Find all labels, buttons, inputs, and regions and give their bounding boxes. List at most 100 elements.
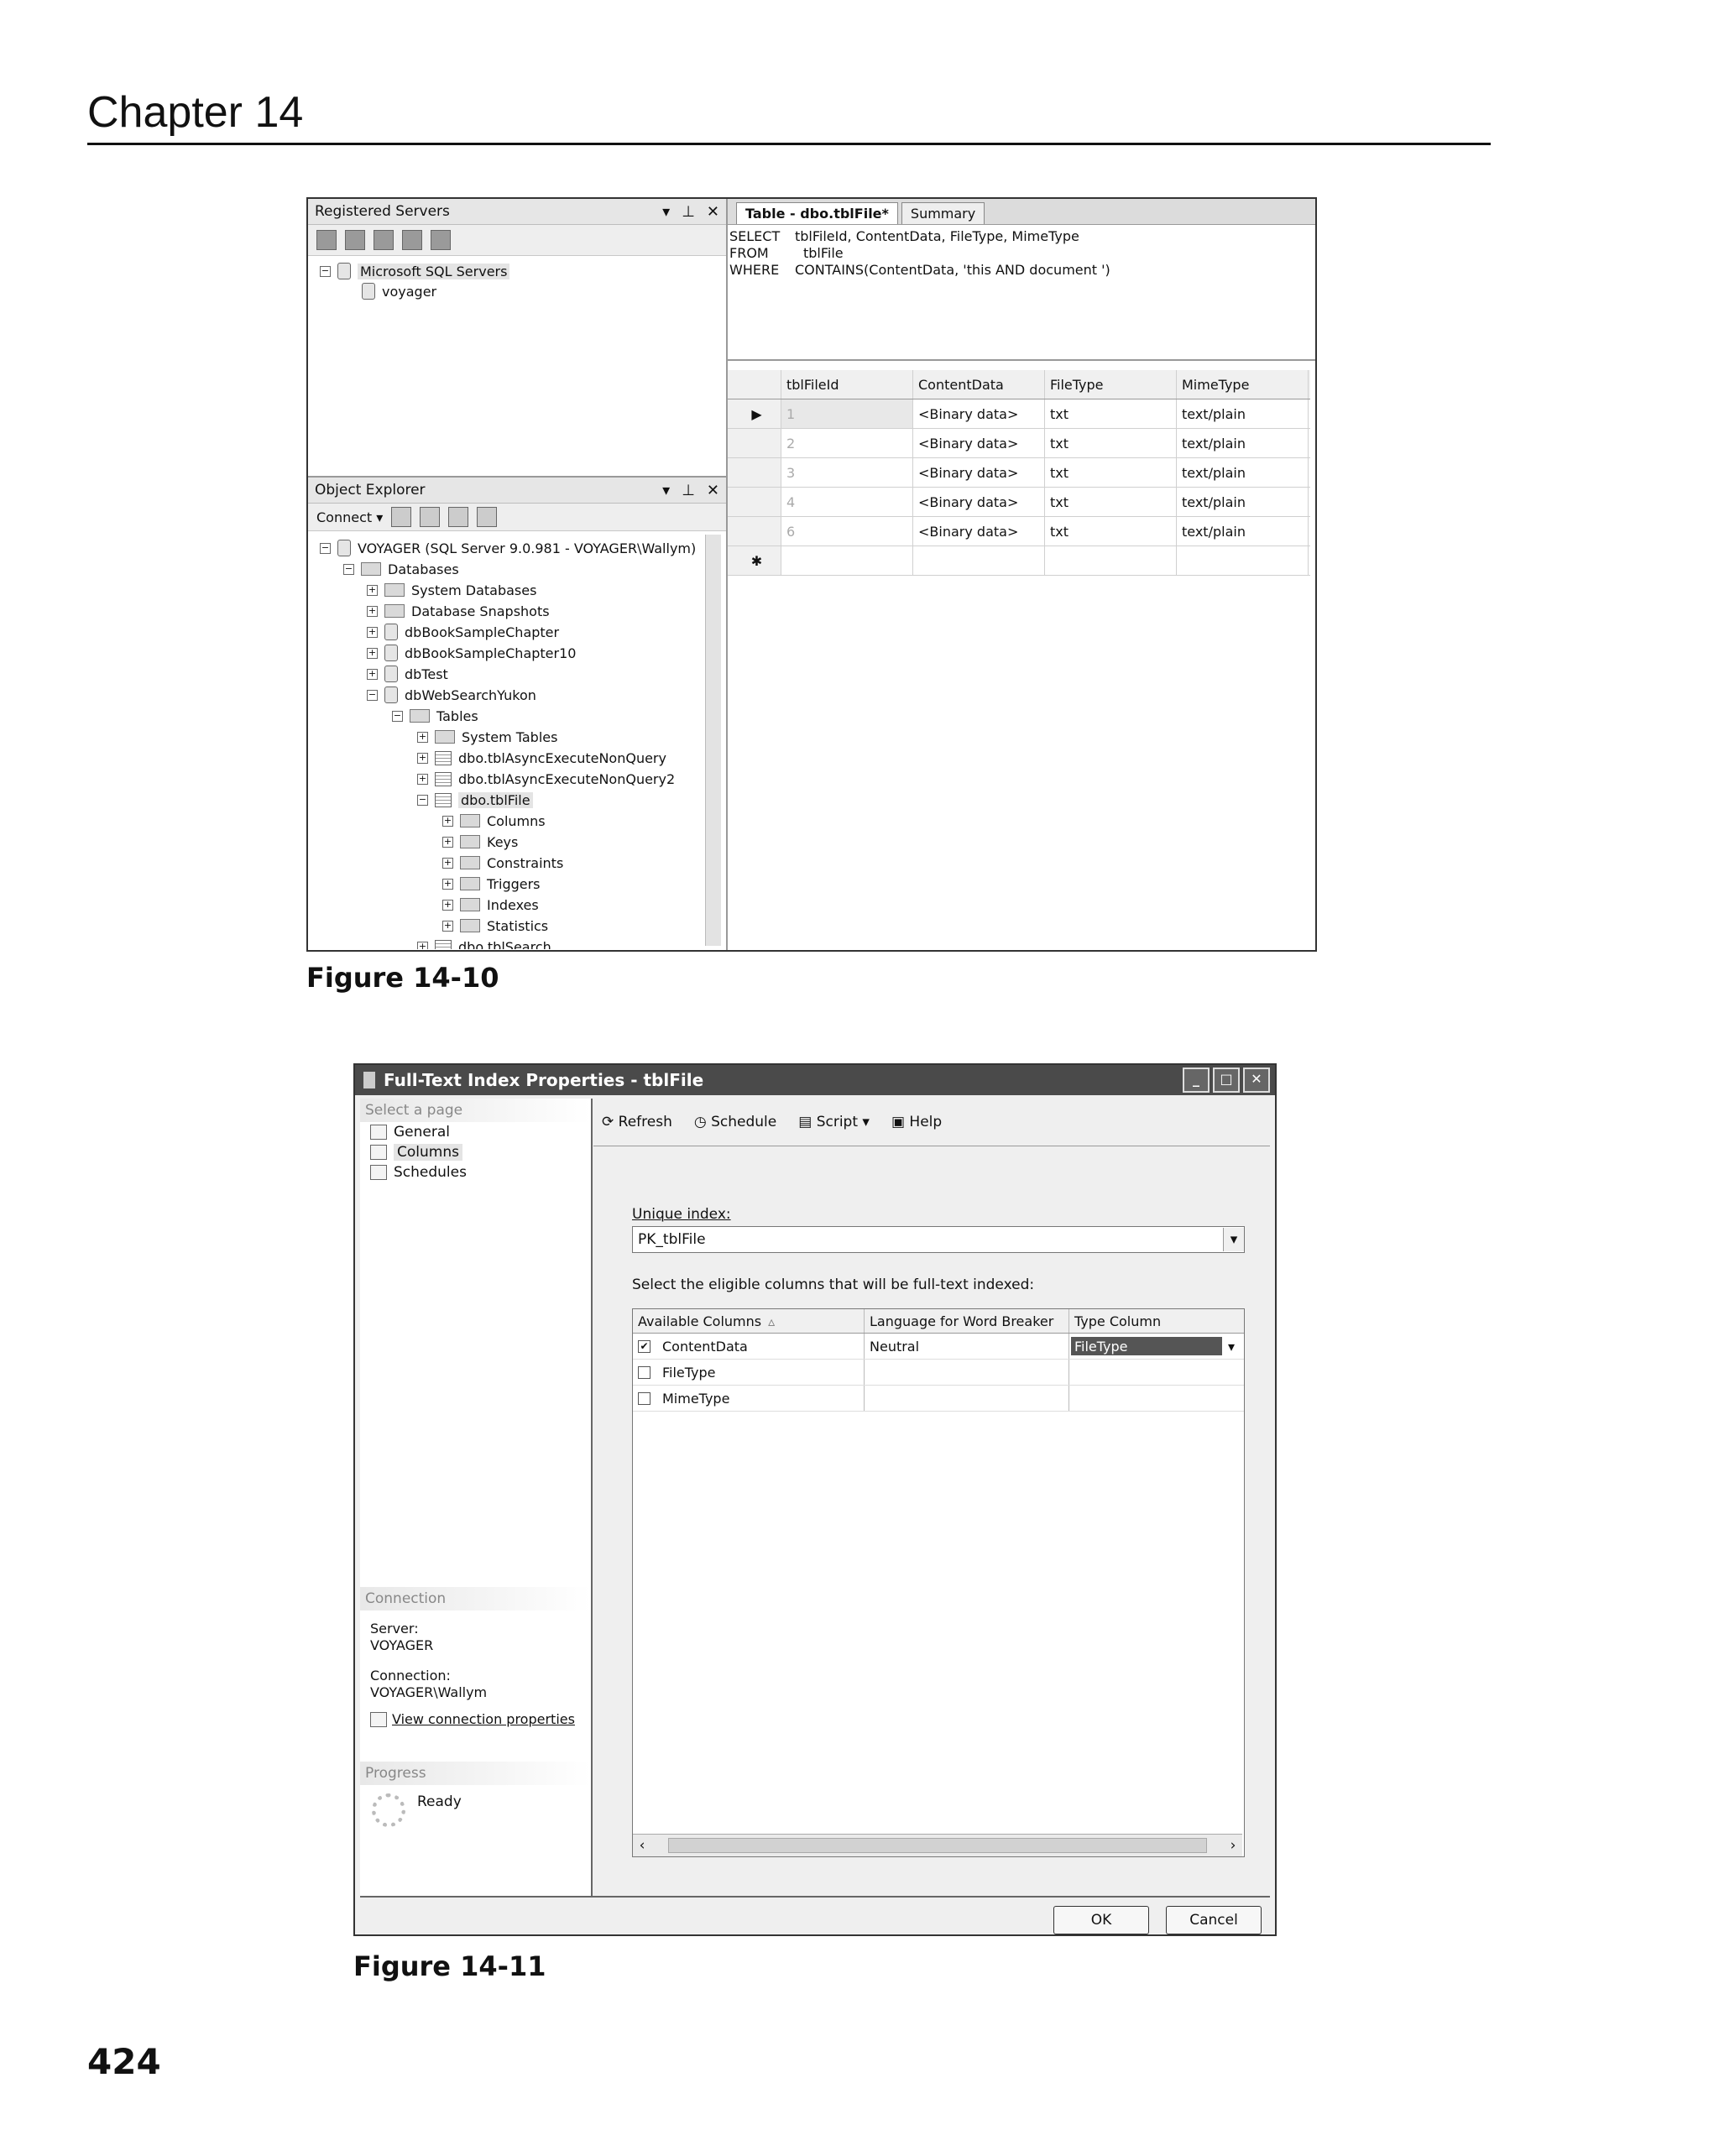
chevron-down-icon[interactable]: ▾ [1223,1228,1244,1251]
tree-node-databases[interactable]: − Databases [343,559,459,579]
ok-button[interactable]: OK [1053,1906,1149,1934]
column-row[interactable]: ✔ ContentData Neutral FileType ▾ [633,1334,1244,1360]
collapse-icon[interactable]: − [367,689,378,701]
include-checkbox[interactable] [638,1391,651,1405]
scrollbar-thumb[interactable] [668,1838,1207,1853]
grid-cell[interactable]: text/plain [1177,517,1309,546]
database-engine-icon[interactable] [316,230,337,250]
tree-node-db[interactable]: + dbBookSampleChapter [367,622,559,642]
expand-icon[interactable]: + [367,605,378,617]
tree-node-folder[interactable]: + Keys [442,832,518,852]
disconnect-icon[interactable] [391,507,412,527]
grid-cell[interactable]: 4 [781,488,913,516]
tree-node-system-tables[interactable]: + System Tables [417,727,557,747]
scroll-right-icon[interactable]: › [1224,1837,1242,1854]
grid-cell[interactable]: txt [1045,429,1177,457]
expand-icon[interactable]: + [442,836,453,848]
grid-cell[interactable]: text/plain [1177,399,1309,428]
expand-icon[interactable]: + [367,584,378,596]
column-header[interactable]: ContentData [913,370,1045,399]
expand-icon[interactable]: + [417,941,428,949]
tree-node-folder[interactable]: + Triggers [442,874,541,894]
expand-icon[interactable]: + [367,626,378,638]
column-header[interactable]: tblFileId [781,370,913,399]
mobile-icon[interactable] [402,230,422,250]
grid-cell[interactable]: text/plain [1177,488,1309,516]
tree-node-folder[interactable]: + Columns [442,811,546,831]
schedule-button[interactable]: ◷ Schedule [694,1114,776,1130]
minimize-button[interactable]: _ [1183,1068,1210,1093]
collapse-icon[interactable]: − [392,710,403,722]
table-row[interactable]: 4 <Binary data> txt text/plain [728,488,1310,517]
close-icon[interactable]: ✕ [707,482,719,499]
grid-cell[interactable]: <Binary data> [913,458,1045,487]
table-row[interactable]: 2 <Binary data> txt text/plain [728,429,1310,458]
tree-node-table[interactable]: + dbo.tblSearch [417,937,551,949]
grid-cell[interactable]: 6 [781,517,913,546]
column-header[interactable]: Language for Word Breaker [865,1309,1069,1333]
expand-icon[interactable]: + [442,878,453,890]
tree-node-voyager-server[interactable]: − VOYAGER (SQL Server 9.0.981 - VOYAGER\W… [320,538,696,558]
grid-cell[interactable] [1045,546,1177,575]
tree-node-folder[interactable]: + Statistics [442,916,548,936]
table-row[interactable]: ▶ 1 <Binary data> txt text/plain [728,399,1310,429]
stop-icon[interactable] [420,507,441,527]
help-button[interactable]: ▣ Help [891,1114,942,1130]
tree-node-table[interactable]: + dbo.tblAsyncExecuteNonQuery2 [417,769,675,789]
tree-node-sql-servers[interactable]: − Microsoft SQL Servers [320,261,510,281]
expand-icon[interactable]: + [442,815,453,827]
tree-node-db[interactable]: + dbBookSampleChapter10 [367,643,576,663]
chevron-down-icon[interactable]: ▾ [1222,1339,1241,1355]
column-header[interactable]: Type Column [1069,1309,1242,1333]
filter-icon[interactable] [477,507,498,527]
scroll-left-icon[interactable]: ‹ [633,1837,651,1854]
horizontal-scrollbar[interactable]: ‹ › [633,1834,1242,1856]
reporting-services-icon[interactable] [374,230,394,250]
vertical-scrollbar[interactable] [705,535,721,946]
tree-node-table-selected[interactable]: − dbo.tblFile [417,790,533,810]
grid-cell[interactable]: <Binary data> [913,488,1045,516]
analysis-services-icon[interactable] [345,230,365,250]
new-table-row[interactable]: ✱ [728,546,1310,576]
close-icon[interactable]: ✕ [707,203,719,221]
collapse-icon[interactable]: − [417,794,428,806]
cancel-button[interactable]: Cancel [1166,1906,1262,1934]
column-header[interactable]: Available Columns ▵ [633,1309,865,1333]
collapse-icon[interactable]: − [320,265,331,277]
language-cell[interactable]: Neutral [865,1334,1069,1359]
expand-icon[interactable]: + [417,773,428,785]
expand-icon[interactable]: + [442,899,453,911]
expand-icon[interactable]: + [442,920,453,932]
expand-icon[interactable]: + [417,731,428,743]
tab-table-tblfile[interactable]: Table - dbo.tblFile* [736,202,898,224]
dropdown-icon[interactable]: ▾ [662,482,670,499]
grid-cell[interactable]: <Binary data> [913,517,1045,546]
tree-node-db[interactable]: + dbTest [367,664,448,684]
tab-summary[interactable]: Summary [901,202,985,224]
page-general[interactable]: General [360,1122,591,1142]
grid-cell[interactable]: txt [1045,517,1177,546]
table-row[interactable]: 3 <Binary data> txt text/plain [728,458,1310,488]
language-cell[interactable] [865,1386,1069,1411]
expand-icon[interactable]: + [417,752,428,764]
tree-node-table[interactable]: + dbo.tblAsyncExecuteNonQuery [417,748,666,768]
grid-cell[interactable]: 2 [781,429,913,457]
tree-node-folder[interactable]: + Constraints [442,853,563,873]
view-connection-properties-link[interactable]: View connection properties [392,1711,575,1728]
expand-icon[interactable]: + [367,668,378,680]
refresh-icon[interactable] [448,507,469,527]
maximize-button[interactable]: □ [1213,1068,1240,1093]
row-selector[interactable] [728,458,781,487]
close-button[interactable]: ✕ [1243,1068,1270,1093]
expand-icon[interactable]: + [442,857,453,869]
type-column-cell[interactable] [1069,1360,1242,1385]
pin-icon[interactable]: ⊥ [682,482,695,499]
page-columns[interactable]: Columns [360,1142,591,1162]
column-row[interactable]: MimeType [633,1386,1244,1412]
grid-cell[interactable] [913,546,1045,575]
tree-node-voyager[interactable]: voyager [362,281,436,301]
expand-icon[interactable]: + [367,647,378,659]
page-schedules[interactable]: Schedules [360,1162,591,1182]
dropdown-icon[interactable]: ▾ [662,203,670,221]
grid-cell[interactable]: txt [1045,399,1177,428]
